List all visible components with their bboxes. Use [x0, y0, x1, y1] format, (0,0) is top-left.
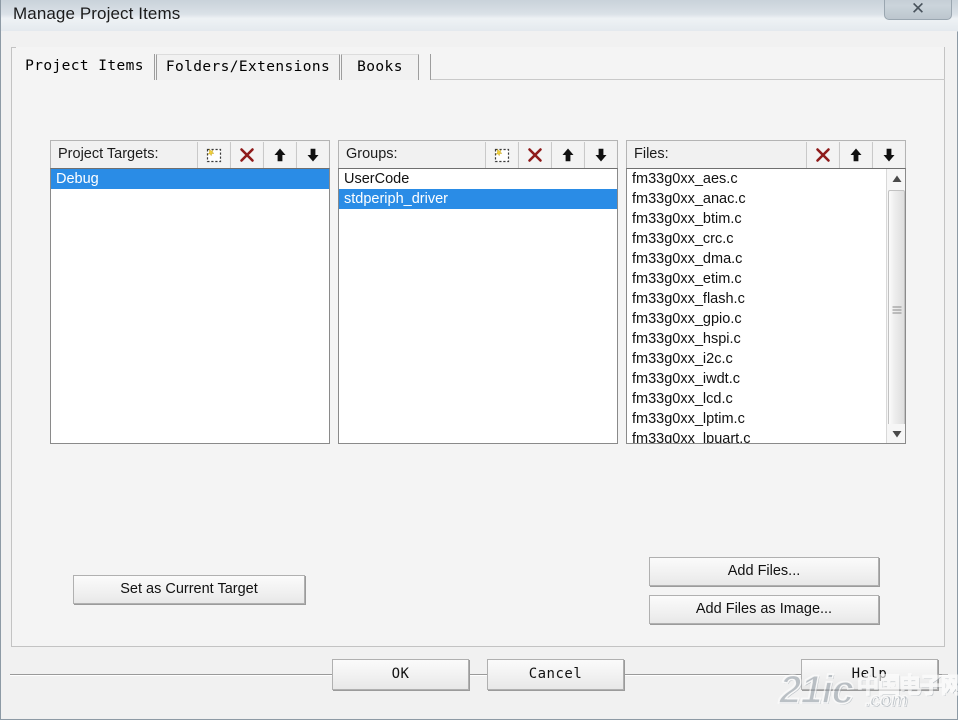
close-button[interactable]: ✕: [884, 0, 952, 20]
help-label: Help: [851, 666, 888, 682]
close-icon: ✕: [910, 0, 926, 18]
project-targets-list[interactable]: Debug: [50, 168, 330, 444]
cancel-button[interactable]: Cancel: [487, 659, 624, 690]
files-list[interactable]: fm33g0xx_aes.c fm33g0xx_anac.c fm33g0xx_bt…: [626, 168, 906, 444]
window-title: Manage Project Items: [13, 4, 181, 23]
files-rows: fm33g0xx_aes.c fm33g0xx_anac.c fm33g0xx_bt…: [627, 169, 905, 443]
list-item[interactable]: fm33g0xx_crc.c: [627, 229, 905, 249]
tab-panel-edge-left: [11, 47, 16, 48]
delete-group-button[interactable]: [518, 142, 550, 168]
move-down-icon: [595, 148, 606, 162]
new-target-button[interactable]: [197, 142, 229, 168]
scroll-up-arrow-icon[interactable]: [887, 169, 905, 188]
list-item[interactable]: fm33g0xx_anac.c: [627, 189, 905, 209]
add-files-button[interactable]: Add Files...: [649, 557, 879, 586]
project-targets-label: Project Targets:: [58, 146, 159, 162]
list-item[interactable]: fm33g0xx_i2c.c: [627, 349, 905, 369]
delete-icon: [815, 148, 830, 162]
tab-folders-extensions[interactable]: Folders/Extensions: [156, 54, 340, 80]
move-up-icon: [850, 148, 861, 162]
delete-icon: [527, 148, 542, 162]
list-item[interactable]: fm33g0xx_iwdt.c: [627, 369, 905, 389]
cancel-label: Cancel: [528, 666, 583, 682]
list-item[interactable]: fm33g0xx_lptim.c: [627, 409, 905, 429]
move-target-down-button[interactable]: [296, 142, 328, 168]
add-files-as-image-button[interactable]: Add Files as Image...: [649, 595, 879, 624]
move-group-down-button[interactable]: [584, 142, 616, 168]
list-item[interactable]: fm33g0xx_hspi.c: [627, 329, 905, 349]
tab-strip: Project Items Folders/Extensions Books: [15, 54, 943, 80]
list-item[interactable]: UserCode: [339, 169, 617, 189]
list-item[interactable]: fm33g0xx_btim.c: [627, 209, 905, 229]
delete-file-button[interactable]: [806, 142, 838, 168]
new-group-button[interactable]: [485, 142, 517, 168]
list-item[interactable]: fm33g0xx_gpio.c: [627, 309, 905, 329]
list-item[interactable]: fm33g0xx_lpuart.c: [627, 429, 905, 443]
set-as-current-target-button[interactable]: Set as Current Target: [73, 575, 305, 604]
help-button[interactable]: Help: [801, 659, 938, 690]
list-item[interactable]: fm33g0xx_dma.c: [627, 249, 905, 269]
scrollbar-grip-icon: [892, 306, 901, 314]
groups-label: Groups:: [346, 146, 398, 162]
move-up-icon: [274, 148, 285, 162]
add-files-as-image-label: Add Files as Image...: [695, 601, 833, 617]
delete-target-button[interactable]: [230, 142, 262, 168]
list-item[interactable]: fm33g0xx_aes.c: [627, 169, 905, 189]
new-item-icon: [206, 148, 221, 163]
files-scrollbar[interactable]: [886, 169, 905, 443]
tab-strip-end: [420, 54, 431, 80]
move-group-up-button[interactable]: [551, 142, 583, 168]
files-label: Files:: [634, 146, 669, 162]
list-item[interactable]: fm33g0xx_etim.c: [627, 269, 905, 289]
set-as-current-target-label: Set as Current Target: [120, 581, 258, 597]
list-item[interactable]: fm33g0xx_lcd.c: [627, 389, 905, 409]
move-up-icon: [562, 148, 573, 162]
list-item[interactable]: fm33g0xx_flash.c: [627, 289, 905, 309]
dialog-client-area: Project Items Folders/Extensions Books P…: [1, 31, 957, 718]
move-file-up-button[interactable]: [839, 142, 871, 168]
files-header: Files:: [626, 140, 906, 168]
list-item[interactable]: Debug: [51, 169, 329, 189]
tab-books[interactable]: Books: [341, 54, 419, 80]
move-target-up-button[interactable]: [263, 142, 295, 168]
scroll-down-arrow-icon[interactable]: [887, 424, 905, 443]
ok-button[interactable]: OK: [332, 659, 469, 690]
list-item[interactable]: stdperiph_driver: [339, 189, 617, 209]
scrollbar-thumb[interactable]: [888, 190, 905, 430]
move-file-down-button[interactable]: [872, 142, 904, 168]
groups-list[interactable]: UserCode stdperiph_driver: [338, 168, 618, 444]
project-targets-header: Project Targets:: [50, 140, 330, 168]
ok-label: OK: [391, 666, 410, 682]
move-down-icon: [883, 148, 894, 162]
tab-project-items[interactable]: Project Items: [15, 54, 155, 80]
new-item-icon: [494, 148, 509, 163]
delete-icon: [239, 148, 254, 162]
add-files-label: Add Files...: [727, 563, 801, 579]
move-down-icon: [307, 148, 318, 162]
manage-project-items-dialog: Manage Project Items ✕ Project Items Fol…: [0, 0, 958, 720]
groups-header: Groups:: [338, 140, 618, 168]
title-bar: Manage Project Items ✕: [1, 0, 958, 32]
